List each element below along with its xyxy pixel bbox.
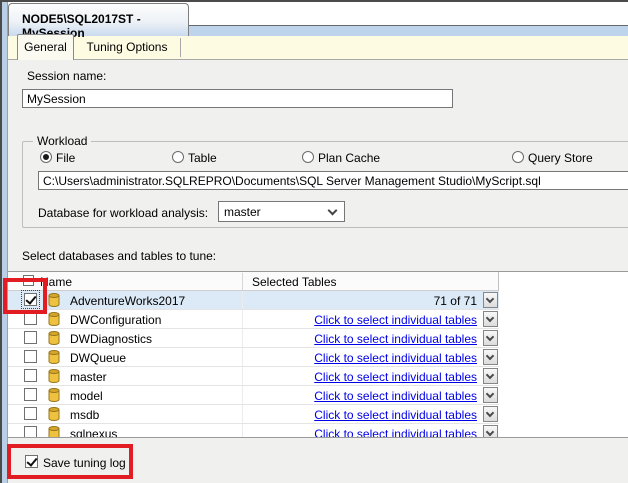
database-name: master: [70, 370, 107, 384]
selected-tables-count: 71 of 71: [433, 294, 477, 308]
workload-radio-label[interactable]: Plan Cache: [318, 151, 380, 165]
grid-header-row: Name Selected Tables: [8, 272, 499, 291]
row-checkbox[interactable]: [24, 388, 37, 401]
column-header-selected-tables[interactable]: Selected Tables: [252, 275, 337, 289]
session-name-label: Session name:: [27, 69, 107, 83]
row-column-divider: [242, 310, 243, 328]
table-row: DWDiagnostics Click to select individual …: [8, 329, 499, 348]
workload-radio-label[interactable]: File: [56, 151, 75, 165]
row-dropdown-button[interactable]: [483, 387, 498, 403]
row-column-divider: [242, 367, 243, 385]
database-icon: [48, 293, 60, 307]
chevron-down-icon: [485, 370, 495, 380]
row-column-divider: [242, 405, 243, 423]
row-column-divider: [242, 424, 243, 437]
table-row: DWQueue Click to select individual tables: [8, 348, 499, 367]
chevron-down-icon: [485, 408, 495, 418]
dta-window: NODE5\SQL2017ST - MySession General Tuni…: [0, 0, 628, 483]
database-name: model: [70, 389, 103, 403]
workload-radio-query-store[interactable]: [512, 151, 524, 163]
select-databases-label: Select databases and tables to tune:: [22, 249, 217, 263]
row-dropdown-button[interactable]: [483, 349, 498, 365]
table-row: sqlnexus Click to select individual table…: [8, 424, 499, 437]
table-row: msdb Click to select individual tables: [8, 405, 499, 424]
database-name: sqlnexus: [70, 427, 118, 437]
database-icon: [48, 350, 60, 364]
row-checkbox[interactable]: [24, 407, 37, 420]
select-individual-tables-link[interactable]: Click to select individual tables: [314, 389, 477, 403]
save-tuning-log-label[interactable]: Save tuning log: [43, 456, 126, 470]
workload-radio-label[interactable]: Query Store: [528, 151, 593, 165]
database-name: msdb: [70, 408, 100, 422]
workload-file-path-input[interactable]: [38, 171, 628, 190]
row-dropdown-button[interactable]: [483, 368, 498, 384]
header-column-divider: [242, 273, 243, 290]
workload-radio-label[interactable]: Table: [188, 151, 217, 165]
select-individual-tables-link[interactable]: Click to select individual tables: [314, 370, 477, 384]
workload-group-label: Workload: [33, 134, 92, 148]
session-tab[interactable]: NODE5\SQL2017ST - MySession: [8, 3, 189, 40]
row-checkbox[interactable]: [24, 369, 37, 382]
save-tuning-log-checkbox[interactable]: [25, 455, 38, 468]
column-header-name[interactable]: Name: [40, 275, 72, 289]
select-all-checkbox[interactable]: [23, 275, 34, 286]
row-checkbox[interactable]: [24, 350, 37, 363]
row-checkbox[interactable]: [24, 331, 37, 344]
workload-radio-plan-cache[interactable]: [302, 151, 314, 163]
select-individual-tables-link[interactable]: Click to select individual tables: [314, 427, 477, 437]
row-dropdown-button[interactable]: [483, 406, 498, 422]
row-column-divider: [242, 329, 243, 347]
chevron-down-icon: [485, 313, 495, 323]
table-row: AdventureWorks2017 71 of 71: [8, 290, 499, 310]
row-dropdown-button[interactable]: [483, 330, 498, 346]
session-name-input[interactable]: [22, 89, 453, 108]
row-dropdown-button[interactable]: [483, 292, 498, 308]
row-checkbox[interactable]: [21, 290, 40, 309]
database-icon: [48, 369, 60, 383]
database-name: DWDiagnostics: [70, 332, 153, 346]
table-row: DWConfiguration Click to select individua…: [8, 310, 499, 329]
row-column-divider: [242, 291, 243, 309]
tab-general[interactable]: General: [17, 34, 74, 60]
database-icon: [48, 426, 60, 437]
row-column-divider: [242, 348, 243, 366]
databases-grid: Name Selected Tables AdventureWorks2017 7…: [8, 272, 628, 437]
row-checkbox[interactable]: [24, 312, 37, 325]
row-column-divider: [242, 386, 243, 404]
database-icon: [48, 388, 60, 402]
workload-radio-file[interactable]: [40, 151, 52, 163]
database-icon: [48, 312, 60, 326]
database-name: AdventureWorks2017: [70, 294, 186, 308]
row-checkbox[interactable]: [24, 426, 37, 437]
select-individual-tables-link[interactable]: Click to select individual tables: [314, 313, 477, 327]
select-individual-tables-link[interactable]: Click to select individual tables: [314, 351, 477, 365]
chevron-down-icon: [485, 389, 495, 399]
db-analysis-select[interactable]: master: [218, 201, 345, 222]
select-individual-tables-link[interactable]: Click to select individual tables: [314, 332, 477, 346]
workload-radio-table[interactable]: [172, 151, 184, 163]
chevron-down-icon: [485, 294, 495, 304]
database-name: DWConfiguration: [70, 313, 162, 327]
row-dropdown-button[interactable]: [483, 311, 498, 327]
table-row: master Click to select individual tables: [8, 367, 499, 386]
select-individual-tables-link[interactable]: Click to select individual tables: [314, 408, 477, 422]
chevron-down-icon: [327, 205, 338, 216]
database-icon: [48, 407, 60, 421]
row-dropdown-button[interactable]: [483, 425, 498, 437]
chevron-down-icon: [485, 332, 495, 342]
db-analysis-label: Database for workload analysis:: [38, 206, 209, 220]
database-icon: [48, 331, 60, 345]
db-analysis-value: master: [224, 205, 261, 219]
chevron-down-icon: [485, 427, 495, 437]
database-name: DWQueue: [70, 351, 127, 365]
table-row: model Click to select individual tables: [8, 386, 499, 405]
chevron-down-icon: [485, 351, 495, 361]
tab-separator: [180, 38, 181, 57]
tab-tuning-options[interactable]: Tuning Options: [74, 36, 180, 59]
